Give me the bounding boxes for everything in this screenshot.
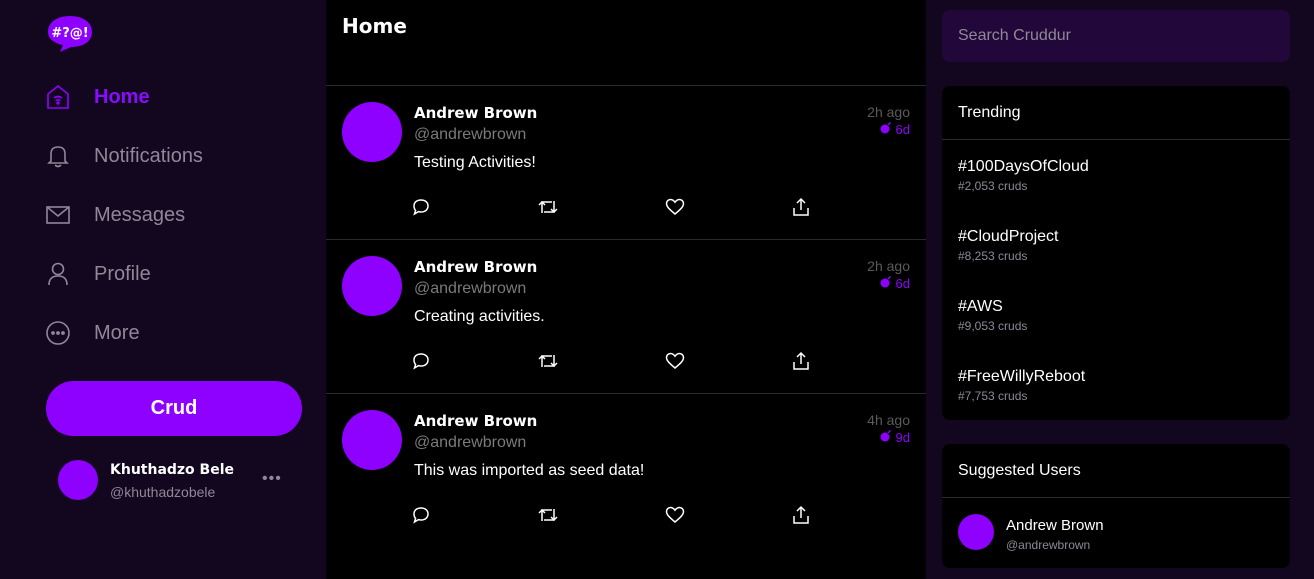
activity-item[interactable]: Andrew Brown @andrewbrown Testing Activi… <box>326 86 926 240</box>
avatar[interactable] <box>958 514 994 550</box>
suggested-user-name[interactable]: Andrew Brown <box>1006 517 1104 534</box>
more-circle-icon <box>46 321 70 345</box>
bomb-icon <box>880 429 892 445</box>
activity-expiry: 6d <box>880 275 910 291</box>
activity-expiry-value: 6d <box>895 276 910 291</box>
activity-author-name[interactable]: Andrew Brown <box>414 412 537 430</box>
trending-title: Trending <box>958 104 1021 121</box>
bomb-icon <box>880 275 892 291</box>
activity-message: Creating activities. <box>414 308 545 325</box>
trending-tag: #100DaysOfCloud <box>958 158 1089 175</box>
nav-item-home[interactable]: Home <box>46 77 306 117</box>
avatar[interactable] <box>58 460 98 500</box>
cruddur-logo-icon[interactable]: #?@! <box>46 14 94 54</box>
nav-item-messages[interactable]: Messages <box>46 195 306 235</box>
trending-tag: #FreeWillyReboot <box>958 368 1086 385</box>
activity-time: 4h ago <box>867 412 910 428</box>
share-icon[interactable] <box>790 504 812 526</box>
user-icon <box>46 262 70 286</box>
like-icon[interactable] <box>664 350 686 372</box>
avatar[interactable] <box>342 256 402 316</box>
bell-icon <box>46 144 70 168</box>
right-sidebar: Trending #100DaysOfCloud #2,053 cruds #C… <box>926 0 1314 579</box>
avatar[interactable] <box>342 102 402 162</box>
activity-author-handle[interactable]: @andrewbrown <box>414 126 526 144</box>
nav-label: Home <box>94 85 150 108</box>
suggested-users-title: Suggested Users <box>958 462 1081 479</box>
trending-count: #2,053 cruds <box>958 179 1028 193</box>
trending-count: #8,253 cruds <box>958 249 1028 263</box>
activity-item[interactable]: Andrew Brown @andrewbrown Creating activ… <box>326 240 926 394</box>
nav-label: Profile <box>94 262 151 285</box>
activity-actions <box>410 504 830 526</box>
trending-item[interactable]: #CloudProject #8,253 cruds <box>958 228 1274 263</box>
activity-message: Testing Activities! <box>414 154 536 171</box>
divider <box>942 139 1290 140</box>
trending-item[interactable]: #100DaysOfCloud #2,053 cruds <box>958 158 1274 193</box>
trending-tag: #AWS <box>958 298 1003 315</box>
trending-box: Trending #100DaysOfCloud #2,053 cruds #C… <box>942 86 1290 420</box>
activity-actions <box>410 196 830 218</box>
repost-icon[interactable] <box>537 504 559 526</box>
search-input[interactable] <box>942 10 1290 62</box>
user-more-button[interactable]: ••• <box>262 470 284 487</box>
envelope-icon <box>46 203 70 227</box>
nav-item-profile[interactable]: Profile <box>46 254 306 294</box>
activity-time: 2h ago <box>867 258 910 274</box>
nav-label: More <box>94 321 140 344</box>
nav-label: Messages <box>94 203 186 226</box>
activity-item[interactable]: Andrew Brown @andrewbrown This was impor… <box>326 394 926 547</box>
divider <box>942 497 1290 498</box>
activity-message: This was imported as seed data! <box>414 462 645 479</box>
trending-count: #7,753 cruds <box>958 389 1028 403</box>
activity-expiry: 9d <box>880 429 910 445</box>
crud-button[interactable]: Crud <box>46 381 302 436</box>
reply-icon[interactable] <box>410 504 432 526</box>
reply-icon[interactable] <box>410 350 432 372</box>
trending-count: #9,053 cruds <box>958 319 1028 333</box>
trending-item[interactable]: #FreeWillyReboot #7,753 cruds <box>958 368 1274 403</box>
activity-author-name[interactable]: Andrew Brown <box>414 258 537 276</box>
activity-expiry-value: 9d <box>895 430 910 445</box>
repost-icon[interactable] <box>537 350 559 372</box>
logo-text: #?@! <box>51 26 88 41</box>
page-title: Home <box>342 14 407 38</box>
activity-author-handle[interactable]: @andrewbrown <box>414 434 526 452</box>
activity-author-name[interactable]: Andrew Brown <box>414 104 537 122</box>
trending-tag: #CloudProject <box>958 228 1059 245</box>
current-user-name: Khuthadzo Bele <box>110 462 235 478</box>
activity-expiry-value: 6d <box>895 122 910 137</box>
suggested-user-handle[interactable]: @andrewbrown <box>1006 538 1090 552</box>
repost-icon[interactable] <box>537 196 559 218</box>
avatar[interactable] <box>342 410 402 470</box>
home-icon <box>46 84 70 109</box>
nav-item-more[interactable]: More <box>46 313 306 353</box>
suggested-users-box: Suggested Users Andrew Brown @andrewbrow… <box>942 444 1290 568</box>
activity-actions <box>410 350 830 372</box>
like-icon[interactable] <box>664 504 686 526</box>
nav-item-notifications[interactable]: Notifications <box>46 136 306 176</box>
activity-expiry: 6d <box>880 121 910 137</box>
reply-icon[interactable] <box>410 196 432 218</box>
like-icon[interactable] <box>664 196 686 218</box>
current-user-handle: @khuthadzobele <box>110 484 216 500</box>
bomb-icon <box>880 121 892 137</box>
share-icon[interactable] <box>790 350 812 372</box>
trending-item[interactable]: #AWS #9,053 cruds <box>958 298 1274 333</box>
nav-label: Notifications <box>94 144 203 167</box>
main-feed: Home Andrew Brown @andrewbrown Testing A… <box>326 0 926 579</box>
share-icon[interactable] <box>790 196 812 218</box>
sidebar: #?@! Home Notifications Messages Profile… <box>0 0 326 579</box>
activity-time: 2h ago <box>867 104 910 120</box>
activity-author-handle[interactable]: @andrewbrown <box>414 280 526 298</box>
